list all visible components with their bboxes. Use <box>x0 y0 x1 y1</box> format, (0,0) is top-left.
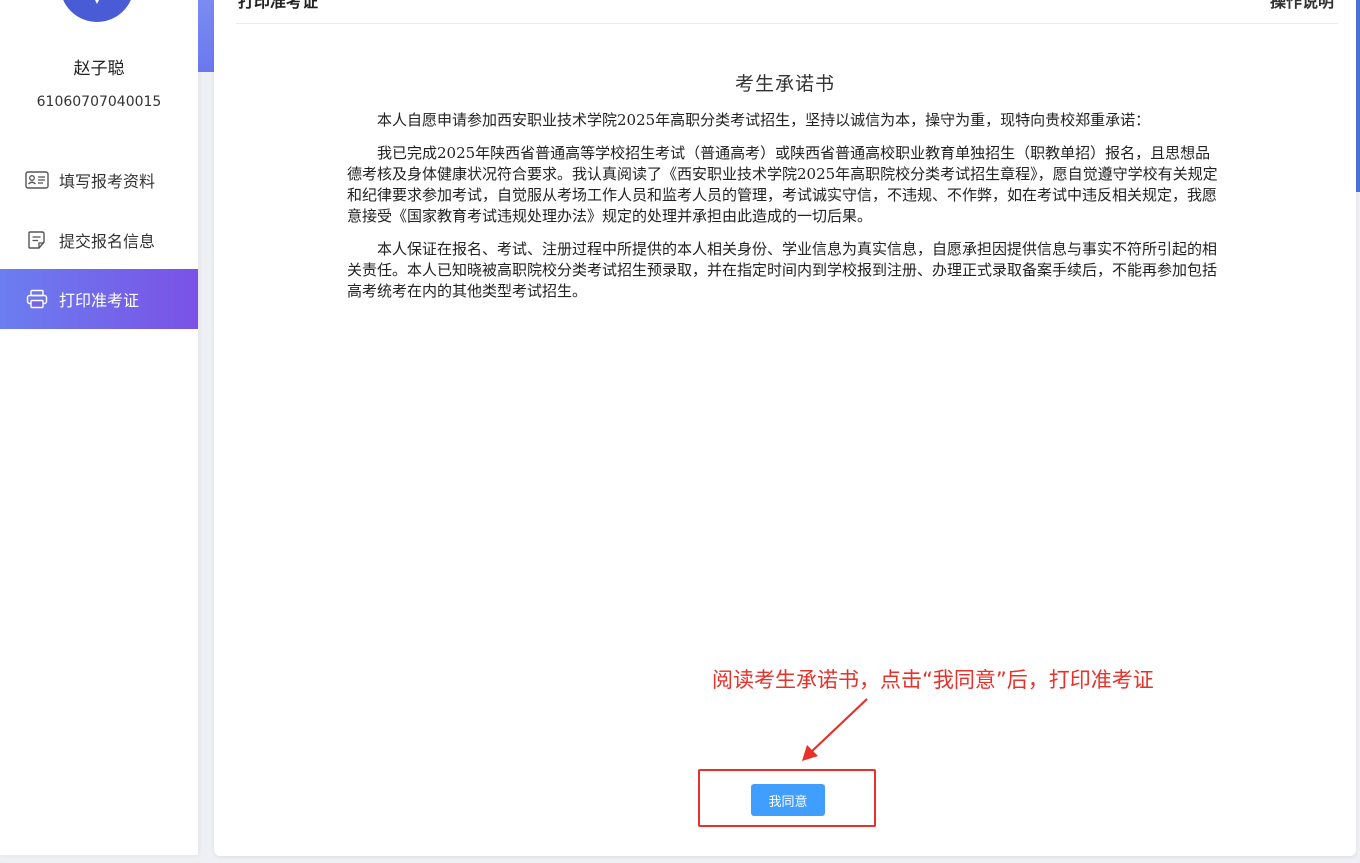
scrollbar[interactable] <box>1356 0 1360 192</box>
id-card-icon <box>24 170 50 190</box>
pledge-document: 本人自愿申请参加西安职业技术学院2025年高职分类考试招生，坚持以诚信为本，操守… <box>347 110 1223 314</box>
sidebar-item-fill-info[interactable]: 填写报考资料 <box>0 150 198 210</box>
help-link[interactable]: 操作说明 <box>1270 0 1334 12</box>
printer-icon <box>24 289 50 309</box>
page-title: 考生承诺书 <box>734 73 835 95</box>
sidebar-item-label: 填写报考资料 <box>59 172 156 191</box>
pledge-paragraph: 本人保证在报名、考试、注册过程中所提供的本人相关身份、学业信息为真实信息，自愿承… <box>347 240 1218 300</box>
user-name: 赵子聪 <box>73 59 125 79</box>
sidebar-item-submit-info[interactable]: 提交报名信息 <box>0 210 198 270</box>
sidebar-item-print-ticket[interactable]: 打印准考证 <box>0 269 198 329</box>
document-edit-icon <box>24 230 50 250</box>
agree-button[interactable]: 我同意 <box>751 784 825 816</box>
pledge-paragraph: 我已完成2025年陕西省普通高等学校招生考试（普通高考）或陕西省普通高校职业教育… <box>347 144 1218 225</box>
annotation-arrow-icon <box>802 698 868 761</box>
sidebar-item-label: 打印准考证 <box>59 291 140 310</box>
sidebar-item-label: 提交报名信息 <box>59 232 156 251</box>
user-id: 61060707040015 <box>36 94 162 110</box>
avatar <box>60 0 134 22</box>
breadcrumb: 打印准考证 <box>238 0 319 11</box>
main-card: 打印准考证 操作说明 考生承诺书 本人自愿申请参加西安职业技术学院2025年高职… <box>214 0 1356 856</box>
annotation-text: 阅读考生承诺书，点击“我同意”后，打印准考证 <box>712 668 1154 692</box>
card-header: 打印准考证 操作说明 <box>236 0 1338 24</box>
pledge-paragraph: 本人自愿申请参加西安职业技术学院2025年高职分类考试招生，坚持以诚信为本，操守… <box>377 111 1151 129</box>
sidebar: 赵子聪 61060707040015 填写报考资料 提交报名信息 打印准考证 <box>0 0 198 855</box>
